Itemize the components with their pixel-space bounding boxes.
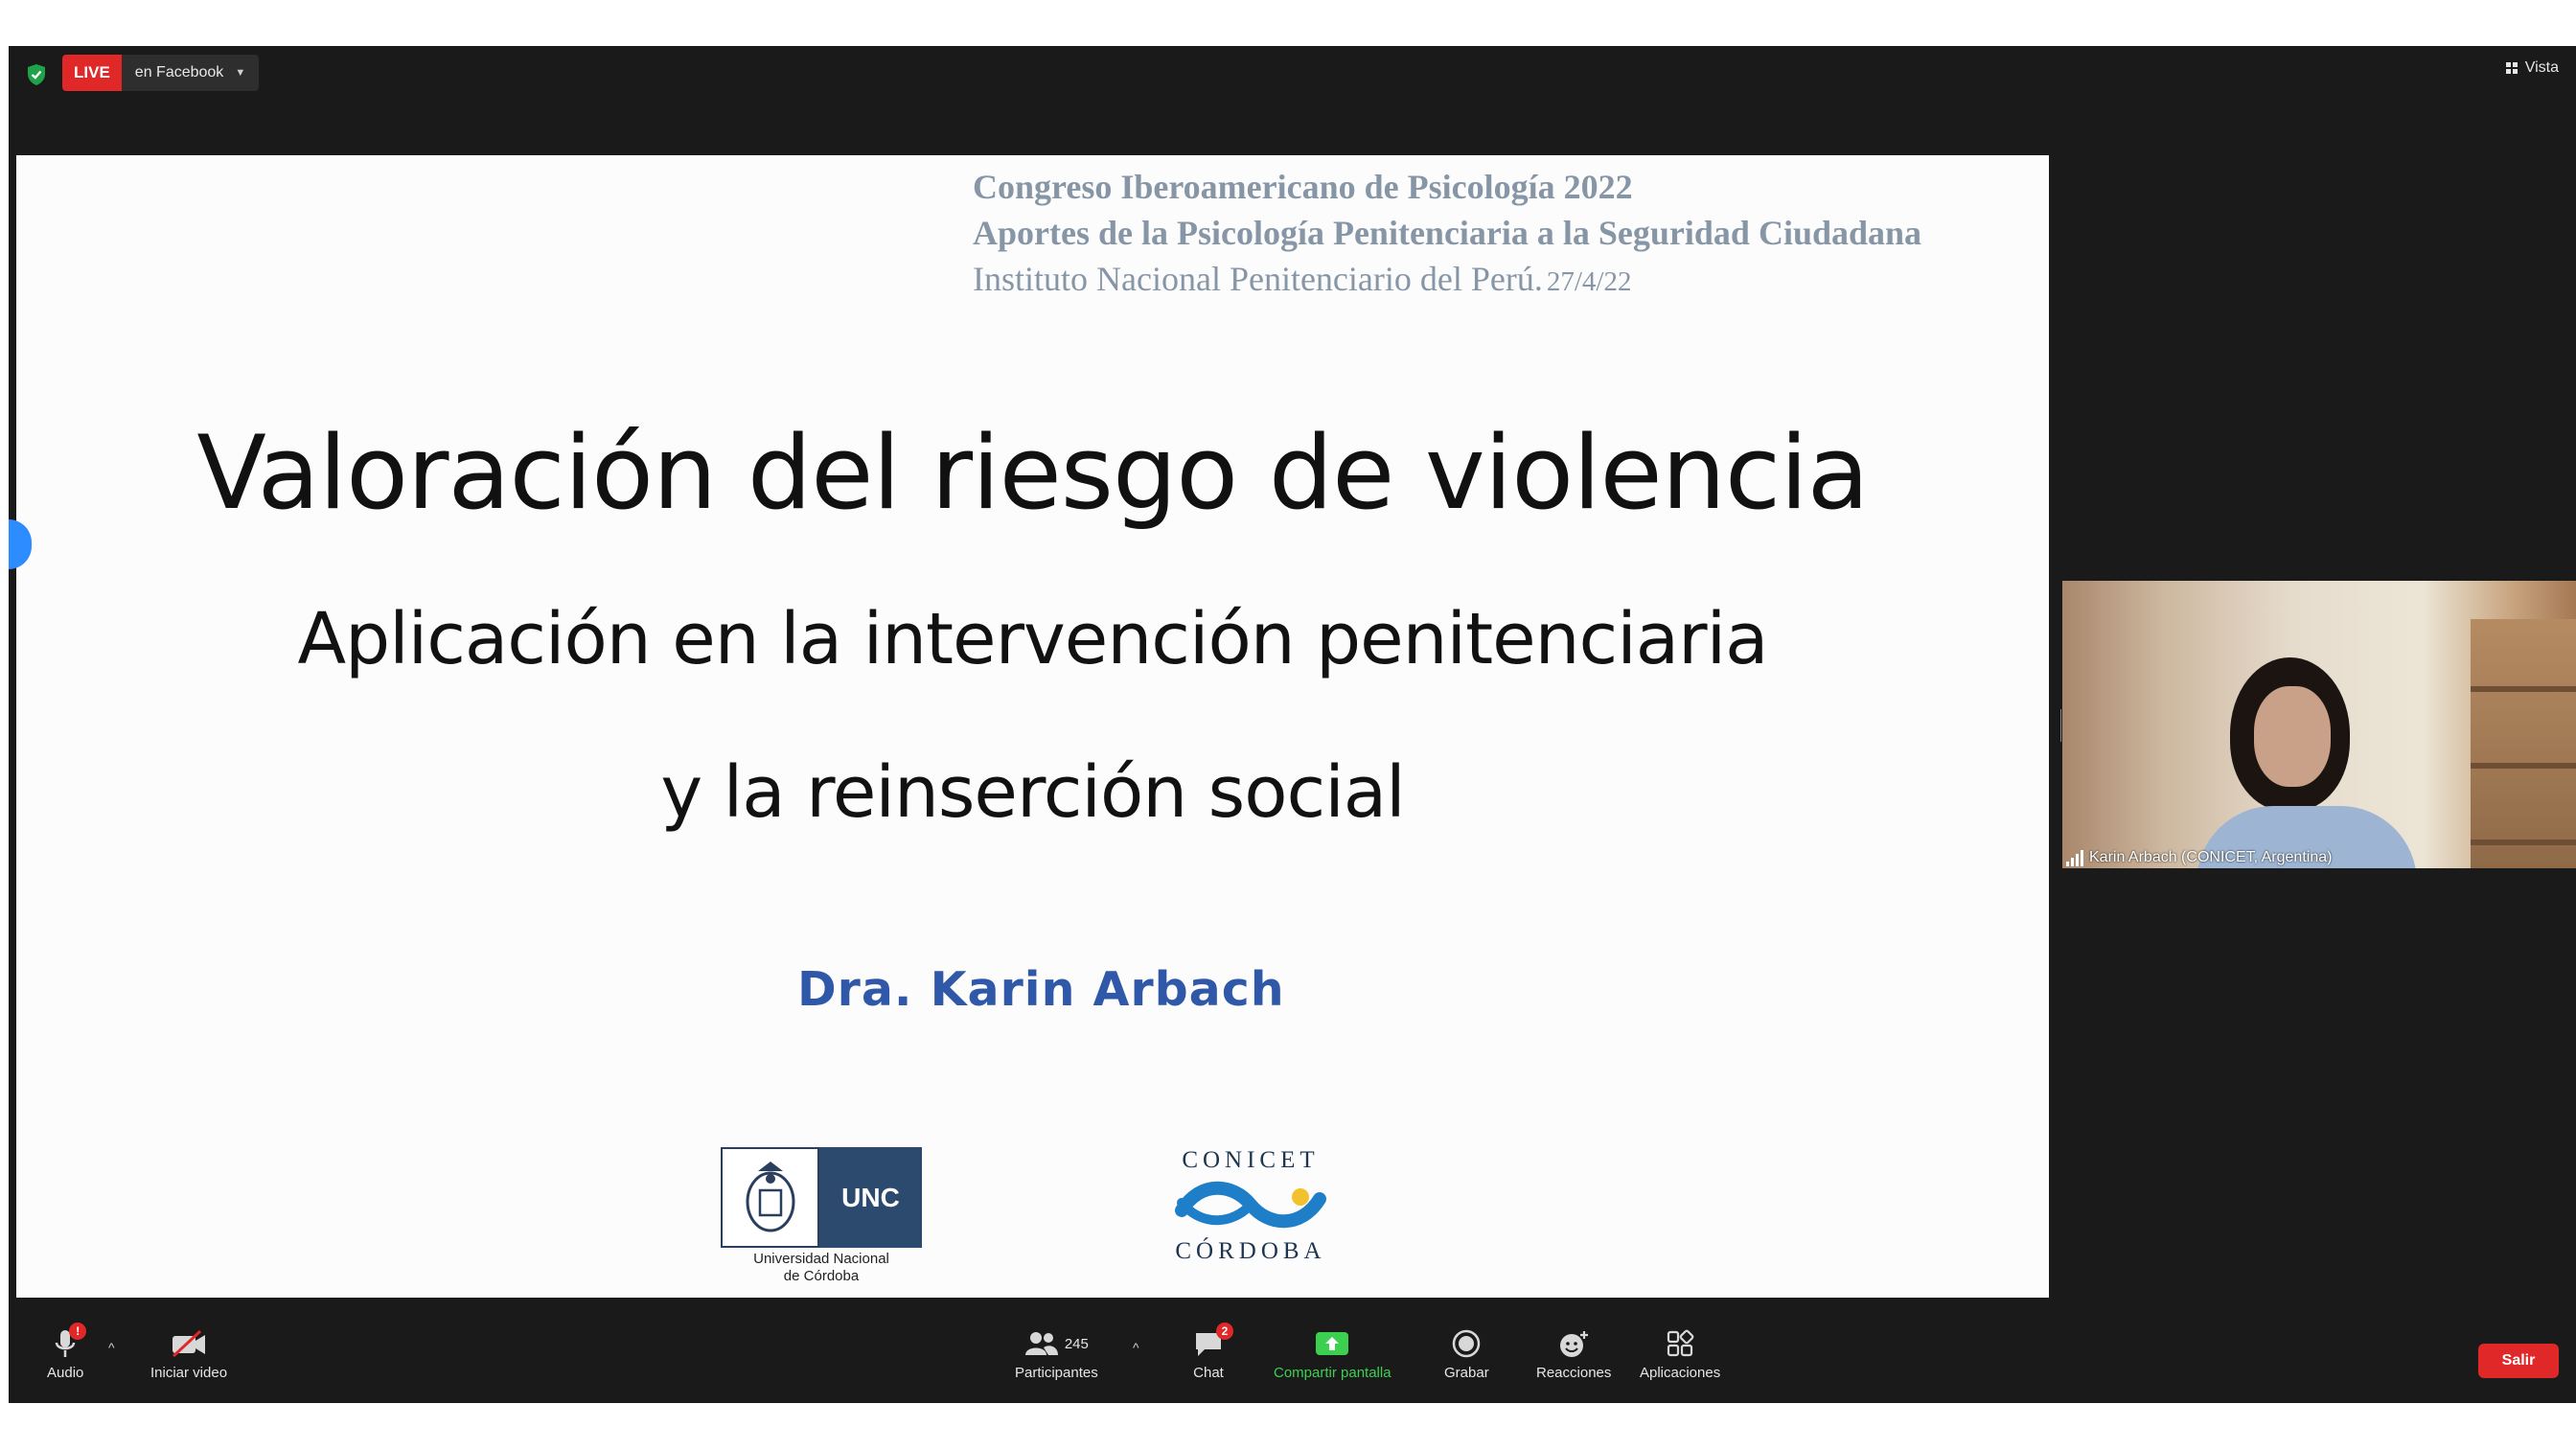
meeting-toolbar: ! Audio ^ Iniciar video 245 Participante… xyxy=(9,1323,2576,1403)
live-destination-label: en Facebook xyxy=(134,64,224,81)
chevron-down-icon: ▼ xyxy=(235,67,246,79)
live-stream-menu[interactable]: LIVE en Facebook ▼ xyxy=(62,55,260,91)
conference-header: Congreso Iberoamericano de Psicología 20… xyxy=(973,164,1921,310)
unc-logo-text: UNC xyxy=(819,1147,922,1248)
reactions-button[interactable]: Reacciones xyxy=(1536,1326,1611,1381)
conicet-bottom-text: CÓRDOBA xyxy=(1175,1238,1326,1264)
apps-icon xyxy=(1668,1329,1694,1357)
zoom-window: LIVE en Facebook ▼ Vista Congreso Iberoa… xyxy=(9,46,2576,1403)
audio-button[interactable]: ! Audio xyxy=(47,1323,87,1381)
security-shield-icon[interactable] xyxy=(26,63,47,86)
live-badge: LIVE xyxy=(62,55,122,91)
conference-line3: Instituto Nacional Penitenciario del Per… xyxy=(973,260,1543,298)
slide-author: Dra. Karin Arbach xyxy=(797,962,1285,1017)
participants-button[interactable]: 245 Participantes xyxy=(1015,1326,1098,1381)
chat-label: Chat xyxy=(1193,1365,1224,1381)
slide-title: Valoración del riesgo de violencia xyxy=(196,414,1869,532)
signal-bars-icon xyxy=(2066,849,2083,866)
shared-slide: Congreso Iberoamericano de Psicología 20… xyxy=(16,155,2049,1298)
participants-icon xyxy=(1024,1332,1058,1355)
audio-label: Audio xyxy=(47,1365,84,1381)
conicet-logo: CONICET CÓRDOBA xyxy=(1174,1147,1327,1265)
exit-button[interactable]: Salir xyxy=(2478,1344,2559,1378)
record-label: Grabar xyxy=(1444,1365,1489,1381)
slide-subtitle-line1: Aplicación en la intervención penitencia… xyxy=(297,598,1769,680)
grid-view-icon xyxy=(2505,62,2518,74)
slide-subtitle-line2: y la reinserción social xyxy=(660,751,1405,834)
participants-options-chevron-icon[interactable]: ^ xyxy=(1133,1340,1139,1355)
share-screen-label: Compartir pantalla xyxy=(1274,1365,1392,1381)
conicet-infinity-icon xyxy=(1175,1181,1326,1229)
record-button[interactable]: Grabar xyxy=(1444,1326,1489,1381)
apps-button[interactable]: Aplicaciones xyxy=(1640,1326,1720,1381)
conference-date: 27/4/22 xyxy=(1546,266,1632,297)
bookshelf-image xyxy=(2471,619,2576,868)
chat-unread-badge: 2 xyxy=(1216,1323,1233,1340)
start-video-button[interactable]: Iniciar video xyxy=(150,1326,227,1381)
reactions-label: Reacciones xyxy=(1536,1365,1612,1381)
video-tile[interactable]: Karin Arbach (CONICET, Argentina) xyxy=(2062,581,2576,868)
conference-line1: Congreso Iberoamericano de Psicología 20… xyxy=(973,168,1633,206)
share-screen-button[interactable]: Compartir pantalla xyxy=(1274,1326,1392,1381)
audio-options-chevron-icon[interactable]: ^ xyxy=(108,1340,115,1355)
speaker-face xyxy=(2254,686,2331,787)
participant-name-tag: Karin Arbach (CONICET, Argentina) xyxy=(2066,849,2332,866)
apps-label: Aplicaciones xyxy=(1640,1365,1721,1381)
conicet-top-text: CONICET xyxy=(1182,1147,1320,1173)
conference-line2: Aportes de la Psicología Penitenciaria a… xyxy=(973,214,1922,252)
video-off-icon xyxy=(172,1329,206,1358)
live-destination[interactable]: en Facebook ▼ xyxy=(121,55,260,91)
chat-button[interactable]: 2 Chat xyxy=(1193,1323,1233,1381)
participants-count: 245 xyxy=(1064,1335,1089,1352)
view-button[interactable]: Vista xyxy=(2505,59,2559,77)
unc-caption-line1: Universidad Nacional xyxy=(753,1251,889,1267)
participants-label: Participantes xyxy=(1015,1365,1098,1381)
view-label: Vista xyxy=(2524,59,2559,76)
smiley-add-icon xyxy=(1560,1331,1589,1357)
participant-name: Karin Arbach (CONICET, Argentina) xyxy=(2089,849,2333,865)
unc-caption-line2: de Córdoba xyxy=(783,1268,860,1284)
unc-logo: UNC Universidad Nacional de Córdoba xyxy=(721,1147,922,1285)
unc-seal-icon xyxy=(721,1147,819,1248)
share-screen-icon xyxy=(1316,1332,1349,1355)
start-video-label: Iniciar video xyxy=(150,1365,228,1381)
record-icon xyxy=(1453,1329,1481,1358)
audio-warning-badge: ! xyxy=(69,1323,87,1340)
